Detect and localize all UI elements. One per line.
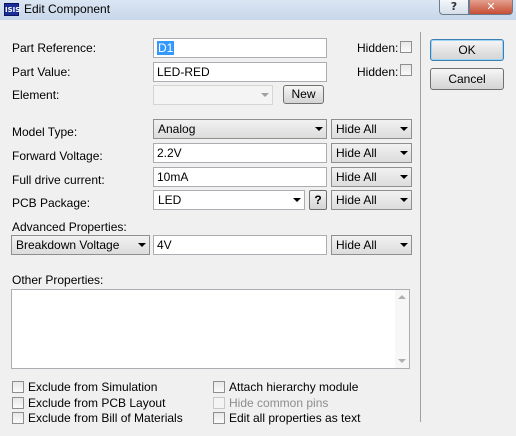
chevron-down-icon — [315, 127, 323, 131]
help-title-button[interactable]: ? — [439, 0, 469, 15]
attach-hierarchy-label[interactable]: Attach hierarchy module — [229, 380, 358, 394]
edit-component-dialog: ISIS Edit Component ? ✕ Part Reference: … — [0, 0, 516, 436]
chevron-down-icon — [400, 127, 408, 131]
chevron-down-icon — [400, 175, 408, 179]
forward-voltage-visibility-select[interactable]: Hide All — [331, 143, 412, 163]
chevron-down-icon — [261, 93, 269, 97]
advanced-visibility-select[interactable]: Hide All — [331, 235, 412, 255]
hide-common-pins-checkbox — [213, 397, 225, 409]
chevron-down-icon — [400, 151, 408, 155]
forward-voltage-input[interactable]: 2.2V — [153, 143, 327, 163]
chevron-down-icon — [138, 243, 146, 247]
forward-voltage-label: Forward Voltage: — [12, 149, 103, 163]
part-value-hidden-checkbox[interactable] — [400, 64, 412, 76]
advanced-properties-label: Advanced Properties: — [12, 220, 127, 234]
full-drive-current-input[interactable]: 10mA — [153, 167, 327, 187]
other-properties-label: Other Properties: — [12, 273, 104, 287]
pcb-package-help-button[interactable]: ? — [309, 190, 327, 210]
pcb-package-visibility-select[interactable]: Hide All — [331, 190, 412, 210]
new-element-button[interactable]: New — [283, 85, 324, 104]
part-value-input[interactable]: LED-RED — [153, 62, 327, 82]
edit-as-text-label[interactable]: Edit all properties as text — [229, 411, 360, 425]
vertical-divider — [420, 32, 421, 422]
pcb-package-select[interactable]: LED — [153, 190, 305, 210]
chevron-down-icon — [400, 198, 408, 202]
hide-common-pins-label: Hide common pins — [229, 396, 329, 410]
window-title: Edit Component — [24, 2, 111, 16]
cancel-button[interactable]: Cancel — [430, 68, 504, 90]
element-select[interactable] — [153, 85, 273, 105]
part-value-hidden-label: Hidden: — [357, 65, 399, 79]
edit-as-text-checkbox[interactable] — [213, 412, 225, 424]
title-bar[interactable]: ISIS Edit Component ? ✕ — [0, 0, 516, 20]
part-reference-hidden-checkbox[interactable] — [400, 41, 412, 53]
exclude-simulation-label[interactable]: Exclude from Simulation — [28, 380, 157, 394]
advanced-property-value-input[interactable]: 4V — [153, 235, 327, 255]
chevron-down-icon — [400, 243, 408, 247]
model-type-label: Model Type: — [12, 125, 78, 139]
exclude-pcb-checkbox[interactable] — [12, 397, 24, 409]
model-type-select[interactable]: Analog — [153, 119, 327, 139]
element-label: Element: — [12, 88, 60, 102]
isis-app-icon: ISIS — [4, 3, 20, 16]
exclude-pcb-label[interactable]: Exclude from PCB Layout — [28, 396, 165, 410]
part-reference-hidden-label: Hidden: — [357, 41, 399, 55]
close-button[interactable]: ✕ — [469, 0, 513, 15]
close-icon: ✕ — [486, 0, 496, 13]
advanced-property-select[interactable]: Breakdown Voltage — [11, 235, 150, 255]
pcb-package-label: PCB Package: — [12, 196, 91, 210]
help-icon: ? — [314, 193, 322, 207]
exclude-simulation-checkbox[interactable] — [12, 381, 24, 393]
other-properties-textarea[interactable] — [11, 289, 410, 369]
attach-hierarchy-checkbox[interactable] — [213, 381, 225, 393]
scroll-up-icon[interactable] — [398, 295, 406, 299]
part-reference-input[interactable]: D1 — [153, 38, 327, 58]
part-reference-label: Part Reference: — [12, 41, 97, 55]
part-value-label: Part Value: — [12, 65, 71, 79]
scroll-down-icon[interactable] — [398, 359, 406, 363]
exclude-bom-checkbox[interactable] — [12, 412, 24, 424]
model-type-visibility-select[interactable]: Hide All — [331, 119, 412, 139]
chevron-down-icon — [293, 198, 301, 202]
other-properties-scrollbar[interactable] — [395, 290, 409, 368]
help-icon: ? — [450, 0, 458, 13]
ok-button[interactable]: OK — [430, 39, 504, 61]
full-drive-current-label: Full drive current: — [12, 173, 105, 187]
exclude-bom-label[interactable]: Exclude from Bill of Materials — [28, 411, 183, 425]
full-drive-current-visibility-select[interactable]: Hide All — [331, 167, 412, 187]
